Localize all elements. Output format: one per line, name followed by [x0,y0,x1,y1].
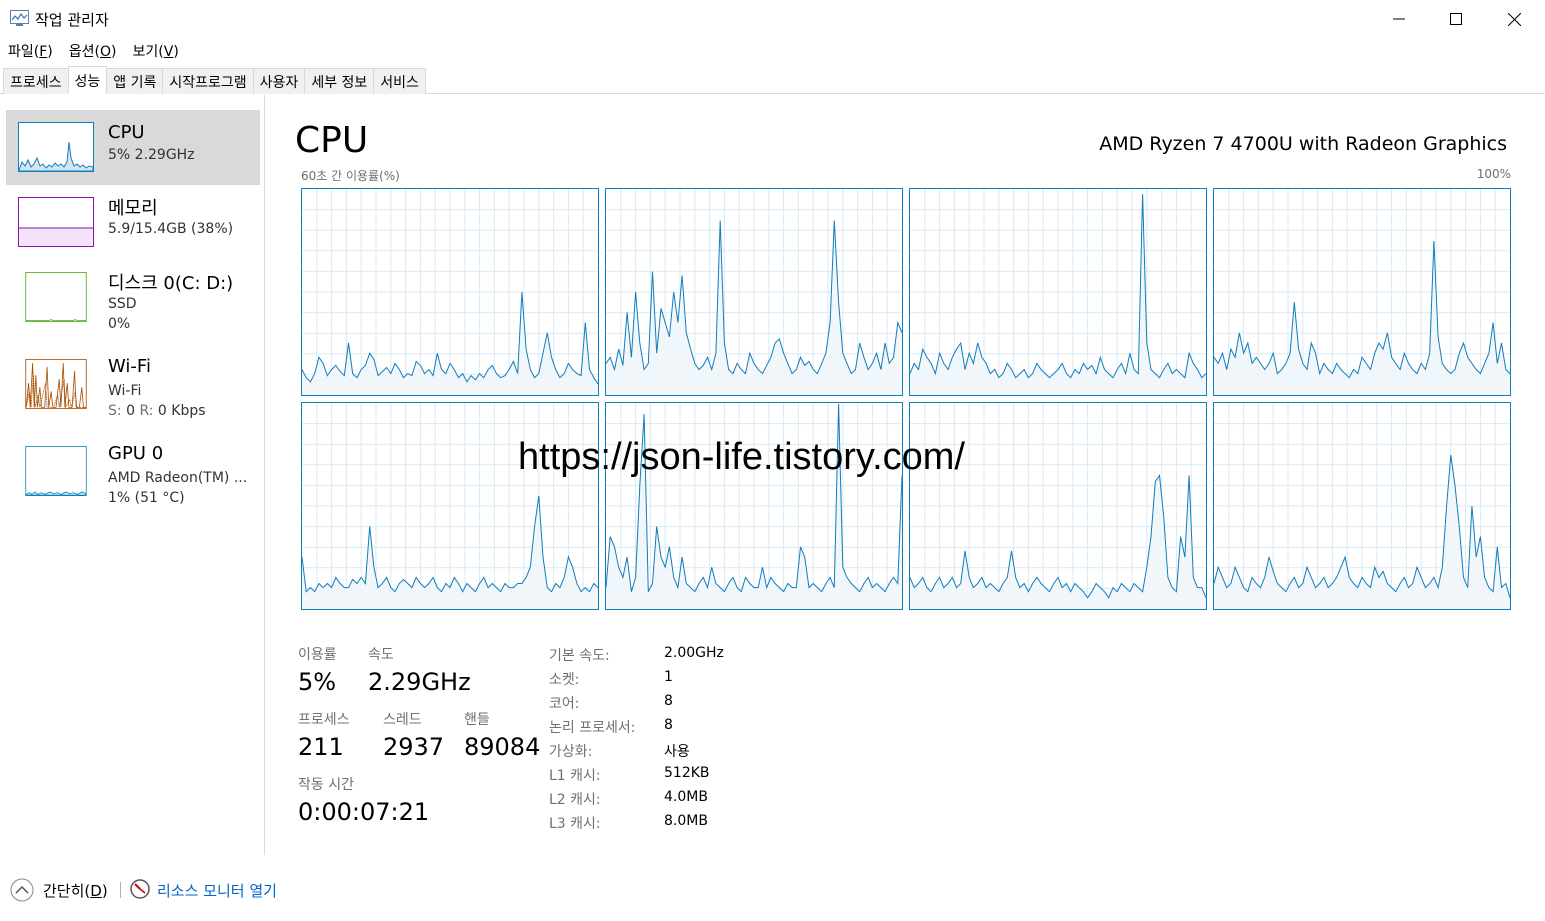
cpu-core-graph [1213,188,1511,396]
graph-max-label: 100% [1476,167,1511,181]
menu-bar: 파일(F) 옵션(O) 보기(V) [0,38,1545,62]
speed-label: 속도 [368,647,394,663]
spec-value: 1 [664,669,673,685]
threads-label: 스레드 [383,712,422,728]
tab-bar: 프로세스 성능 앱 기록 시작프로그램 사용자 세부 정보 서비스 [0,64,1545,94]
cpu-core-graph [909,188,1207,396]
core-graph-svg [910,189,1206,395]
handles-value: 89084 [464,733,541,761]
sidebar-item-disk[interactable]: 디스크 0(C: D:) SSD 0% [6,260,260,335]
cpu-model: AMD Ryzen 7 4700U with Radeon Graphics [1099,133,1507,155]
core-graph-svg [910,403,1206,609]
tab-processes[interactable]: 프로세스 [3,68,69,94]
spec-label: 기본 속도: [549,648,610,664]
spec-value: 4.0MB [664,789,708,805]
minimize-button[interactable] [1370,0,1428,38]
cpu-core-graph [909,402,1207,610]
sidebar-disk-name: 디스크 0(C: D:) [108,273,234,294]
spec-label: L1 캐시: [549,768,601,784]
tab-startup[interactable]: 시작프로그램 [162,68,254,94]
chevron-up-icon[interactable] [10,878,34,902]
spec-value: 2.00GHz [664,645,724,661]
sidebar-memory-sub: 5.9/15.4GB (38%) [108,221,234,237]
core-graph-svg [302,189,598,395]
core-graph-svg [1214,189,1510,395]
close-icon [1507,12,1521,26]
spec-value: 8 [664,693,673,709]
spec-label: L2 캐시: [549,792,601,808]
sidebar-wifi-name: Wi-Fi [108,356,151,377]
spec-label: 가상화: [549,744,593,760]
maximize-button[interactable] [1427,0,1485,38]
spec-label: L3 캐시: [549,816,601,832]
menu-options[interactable]: 옵션(O) [61,38,125,62]
sidebar-gpu-name: GPU 0 [108,443,164,464]
window-title: 작업 관리자 [35,11,109,29]
spec-value: 8 [664,717,673,733]
graph-axis-label: 60초 간 이용률(%) [301,169,400,183]
core-graph-svg [606,189,902,395]
watermark-text: https://json-life.tistory.com/ [518,436,965,478]
sidebar-cpu-name: CPU [108,122,145,143]
tab-app-history[interactable]: 앱 기록 [106,68,164,94]
sidebar-gpu-model: AMD Radeon(TM) ... [108,470,248,486]
sidebar-gpu-usage: 1% (51 °C) [108,490,185,506]
processes-value: 211 [298,733,344,761]
sidebar-memory-name: 메모리 [108,198,158,219]
wifi-thumbnail [18,359,94,409]
sidebar-item-gpu[interactable]: GPU 0 AMD Radeon(TM) ... 1% (51 °C) [6,434,260,509]
maximize-icon [1450,13,1462,25]
disk-thumbnail [18,272,94,322]
open-resource-monitor-link[interactable]: 리소스 모니터 열기 [157,880,277,901]
core-graph-svg [302,403,598,609]
speed-value: 2.29GHz [368,668,471,696]
sidebar-wifi-throughput: S: 0 R: 0 Kbps [108,403,206,419]
page-title: CPU [295,120,369,161]
task-manager-icon [10,10,29,26]
uptime-label: 작동 시간 [298,777,354,793]
cpu-core-graph [605,188,903,396]
close-button[interactable] [1485,0,1543,38]
sidebar-disk-type: SSD [108,296,137,312]
sidebar-disk-usage: 0% [108,316,131,332]
core-graph-svg [606,403,902,609]
minimize-icon [1393,18,1405,20]
sidebar-wifi-sub: Wi-Fi [108,383,142,399]
processes-label: 프로세스 [298,712,350,728]
cpu-core-graph [301,402,599,610]
spec-value: 8.0MB [664,813,708,829]
tab-details[interactable]: 세부 정보 [304,68,375,94]
cpu-core-graph [301,188,599,396]
utilization-label: 이용률 [298,647,337,663]
spec-label: 소켓: [549,672,580,688]
footer-separator [120,882,121,898]
sidebar-cpu-sub: 5% 2.29GHz [108,147,195,163]
sidebar-item-cpu[interactable]: CPU 5% 2.29GHz [6,110,260,185]
tab-performance[interactable]: 성능 [67,66,108,94]
gpu-thumbnail [18,446,94,496]
cpu-thumbnail [18,122,94,172]
cpu-core-graph [605,402,903,610]
title-bar: 작업 관리자 [0,0,1545,38]
spec-value: 사용 [664,744,690,760]
spec-label: 논리 프로세서: [549,720,636,736]
sidebar-item-wifi[interactable]: Wi-Fi Wi-Fi S: 0 R: 0 Kbps [6,347,260,422]
resource-monitor-icon [130,879,150,899]
utilization-value: 5% [298,668,337,696]
cpu-core-graph [1213,402,1511,610]
spec-value: 512KB [664,765,710,781]
fewer-details-button[interactable]: 간단히(D) [43,880,108,901]
resource-sidebar: CPU 5% 2.29GHz 메모리 5.9/15.4GB (38%) 디스크 … [0,95,265,855]
spec-label: 코어: [549,696,580,712]
menu-file[interactable]: 파일(F) [0,38,61,62]
core-graph-svg [1214,403,1510,609]
tab-users[interactable]: 사용자 [252,68,306,94]
threads-value: 2937 [383,733,445,761]
uptime-value: 0:00:07:21 [298,798,430,826]
memory-thumbnail [18,197,94,247]
menu-view[interactable]: 보기(V) [125,38,187,62]
sidebar-item-memory[interactable]: 메모리 5.9/15.4GB (38%) [6,185,260,260]
tab-services[interactable]: 서비스 [373,68,426,94]
handles-label: 핸들 [464,712,490,728]
